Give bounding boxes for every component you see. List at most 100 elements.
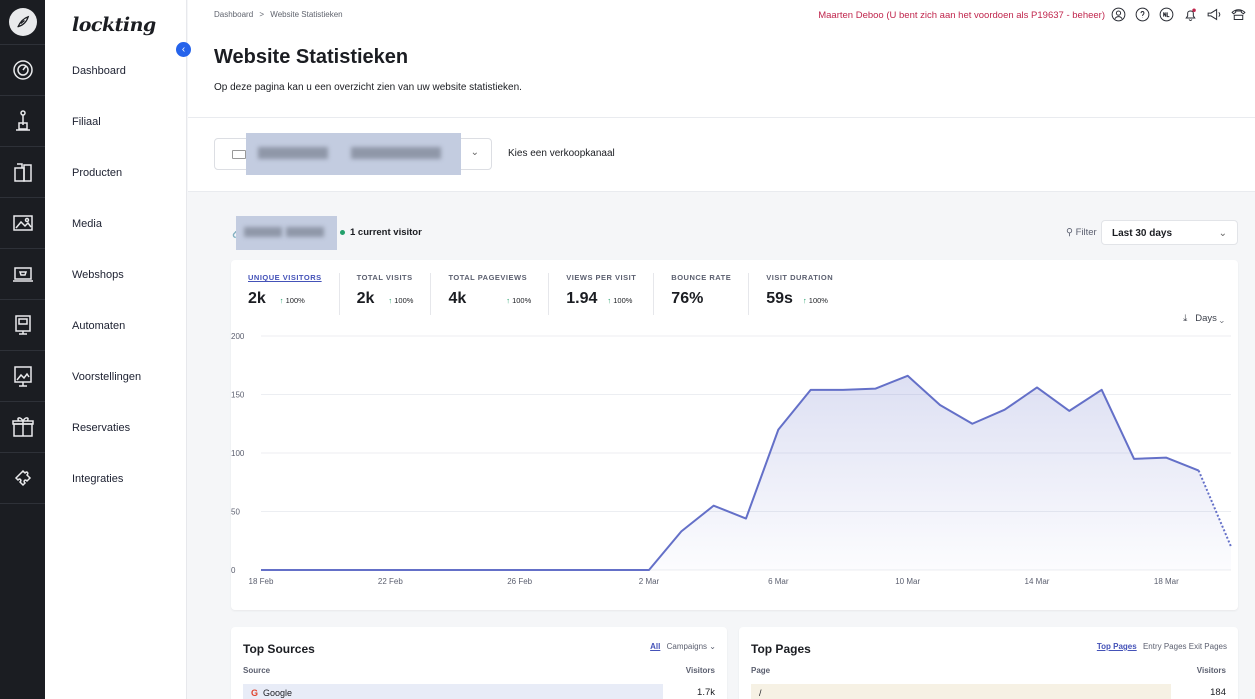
col-page: Page xyxy=(751,666,771,675)
bell-icon[interactable] xyxy=(1181,5,1199,23)
sidebar-item-producten[interactable]: Producten xyxy=(45,147,186,198)
top-sources-card: Top Sources All Campaigns ⌄ Source Visit… xyxy=(231,627,727,699)
feather-logo-icon xyxy=(8,8,37,36)
sidebar-item-voorstellingen[interactable]: Voorstellingen xyxy=(45,351,186,402)
tab-top-pages[interactable]: Top Pages xyxy=(1097,642,1137,651)
source-visitors: 1.7k xyxy=(697,687,715,698)
language-icon[interactable] xyxy=(1157,5,1175,23)
live-indicator-dot xyxy=(340,230,345,235)
sidebar-item-integraties[interactable]: Integraties xyxy=(45,453,186,504)
user-icon[interactable] xyxy=(1109,5,1127,23)
help-icon[interactable] xyxy=(1133,5,1151,23)
metric-value: 76% xyxy=(671,290,704,307)
metric-views-per-visit[interactable]: VIEWS PER VISIT 1.94 ↑ 100% xyxy=(549,273,655,315)
laptop-cart-icon[interactable] xyxy=(0,249,45,300)
chart-card: UNIQUE VISITORS 2k ↑ 100% TOTAL VISITS 2k… xyxy=(231,260,1238,610)
tab-entry-pages[interactable]: Entry Pages xyxy=(1143,642,1187,651)
y-tick-label: 200 xyxy=(231,332,245,341)
gift-icon[interactable] xyxy=(0,402,45,453)
products-icon[interactable] xyxy=(0,147,45,198)
metric-total-pageviews[interactable]: TOTAL PAGEVIEWS 4k ↑ 100% xyxy=(431,273,550,315)
metric-label: BOUNCE RATE xyxy=(671,273,732,282)
interval-select[interactable]: ⤓ Days ⌄ xyxy=(1183,313,1224,324)
metric-change: 100% xyxy=(512,296,532,305)
sidebar-item-webshops[interactable]: Webshops xyxy=(45,249,186,300)
metric-change: 100% xyxy=(808,296,828,305)
metric-total-visits[interactable]: TOTAL VISITS 2k ↑ 100% xyxy=(340,273,432,315)
col-visitors: Visitors xyxy=(1196,666,1226,675)
tab-campaigns[interactable]: Campaigns xyxy=(667,642,707,651)
sidebar-item-reservaties[interactable]: Reservaties xyxy=(45,402,186,453)
stats-area: 🔗 1 current visitor ⚲ Filter Last 30 day… xyxy=(188,192,1255,699)
page-visitors: 184 xyxy=(1210,687,1226,698)
app-logo[interactable] xyxy=(0,0,45,45)
filter-label: Filter xyxy=(1075,227,1097,238)
map-pin-icon[interactable] xyxy=(0,96,45,147)
puzzle-icon[interactable] xyxy=(0,453,45,504)
col-source: Source xyxy=(243,666,271,675)
google-icon: G xyxy=(251,688,259,698)
chevron-down-icon: ⌄ xyxy=(470,147,479,158)
breadcrumb-dashboard[interactable]: Dashboard xyxy=(214,10,253,19)
table-row[interactable]: / xyxy=(759,688,762,698)
vending-machine-icon[interactable] xyxy=(0,300,45,351)
sidebar-item-automaten[interactable]: Automaten xyxy=(45,300,186,351)
table-row[interactable]: G Google xyxy=(251,688,292,698)
redacted-site-name[interactable] xyxy=(236,216,337,250)
card-title: Top Sources xyxy=(243,642,315,656)
collapse-sidebar-button[interactable]: ‹ xyxy=(176,42,191,57)
x-tick-label: 18 Mar xyxy=(1154,577,1179,586)
megaphone-icon[interactable] xyxy=(1205,5,1223,23)
channel-label: Kies een verkoopkanaal xyxy=(508,148,615,159)
x-tick-label: 18 Feb xyxy=(249,577,274,586)
presentation-icon[interactable] xyxy=(0,351,45,402)
breadcrumb-separator: > xyxy=(259,10,265,19)
tab-exit-pages[interactable]: Exit Pages xyxy=(1189,642,1227,651)
sidebar-item-dashboard[interactable]: Dashboard xyxy=(45,45,186,96)
sidebar-item-media[interactable]: Media xyxy=(45,198,186,249)
main-content: Dashboard > Website Statistieken Maarten… xyxy=(188,0,1255,699)
chevron-down-icon: ⌄ xyxy=(1219,313,1224,324)
y-tick-label: 150 xyxy=(231,391,245,400)
metric-visit-duration[interactable]: VISIT DURATION 59s ↑ 100% xyxy=(749,273,850,315)
x-tick-label: 10 Mar xyxy=(895,577,920,586)
brand-logo[interactable]: lockting xyxy=(45,0,186,45)
card-title: Top Pages xyxy=(751,642,811,656)
download-icon[interactable]: ⤓ xyxy=(1183,313,1187,324)
current-visitors[interactable]: 1 current visitor xyxy=(350,227,422,238)
chevron-down-icon: ⌄ xyxy=(709,642,716,651)
search-icon: ⚲ xyxy=(1066,227,1073,238)
source-bar xyxy=(243,684,663,699)
metric-value: 59s xyxy=(766,290,793,307)
visitors-chart: 0 50 100 150 200 18 Feb 22 Feb 26 Feb 2 Mar 6 Mar… xyxy=(231,332,1232,586)
metric-label: VIEWS PER VISIT xyxy=(566,273,637,282)
phone-icon[interactable] xyxy=(1229,5,1247,23)
tab-all[interactable]: All xyxy=(650,642,660,651)
impersonation-notice[interactable]: Maarten Deboo (U bent zich aan het voord… xyxy=(818,10,1105,21)
icon-rail xyxy=(0,0,45,699)
interval-value: Days xyxy=(1195,313,1217,324)
image-icon[interactable] xyxy=(0,198,45,249)
page-bar xyxy=(751,684,1171,699)
y-tick-label: 50 xyxy=(231,508,240,517)
metric-bounce-rate[interactable]: BOUNCE RATE 76% xyxy=(654,273,750,315)
x-tick-label: 2 Mar xyxy=(639,577,660,586)
metric-unique-visitors[interactable]: UNIQUE VISITORS 2k ↑ 100% xyxy=(231,273,340,315)
breadcrumb-current: Website Statistieken xyxy=(270,10,343,19)
header-icons xyxy=(1109,5,1247,23)
period-select[interactable]: Last 30 days ⌄ xyxy=(1101,220,1238,245)
sidebar-item-filiaal[interactable]: Filiaal xyxy=(45,96,186,147)
filter-button[interactable]: ⚲ Filter xyxy=(1066,227,1097,238)
y-tick-label: 100 xyxy=(231,449,245,458)
metrics-row: UNIQUE VISITORS 2k ↑ 100% TOTAL VISITS 2k… xyxy=(231,273,850,315)
metric-change: 100% xyxy=(613,296,633,305)
webshop-thumb-icon xyxy=(232,150,246,159)
metric-label: TOTAL VISITS xyxy=(356,273,413,282)
breadcrumb: Dashboard > Website Statistieken xyxy=(214,10,347,19)
gauge-icon[interactable] xyxy=(0,45,45,96)
pages-tabs: Top Pages Entry Pages Exit Pages xyxy=(1097,642,1227,651)
channel-selector-row: ⌄ Kies een verkoopkanaal xyxy=(188,118,1255,192)
chevron-left-icon: ‹ xyxy=(181,44,186,55)
page-title: Website Statistieken xyxy=(214,46,409,68)
metric-value: 4k xyxy=(448,290,467,307)
